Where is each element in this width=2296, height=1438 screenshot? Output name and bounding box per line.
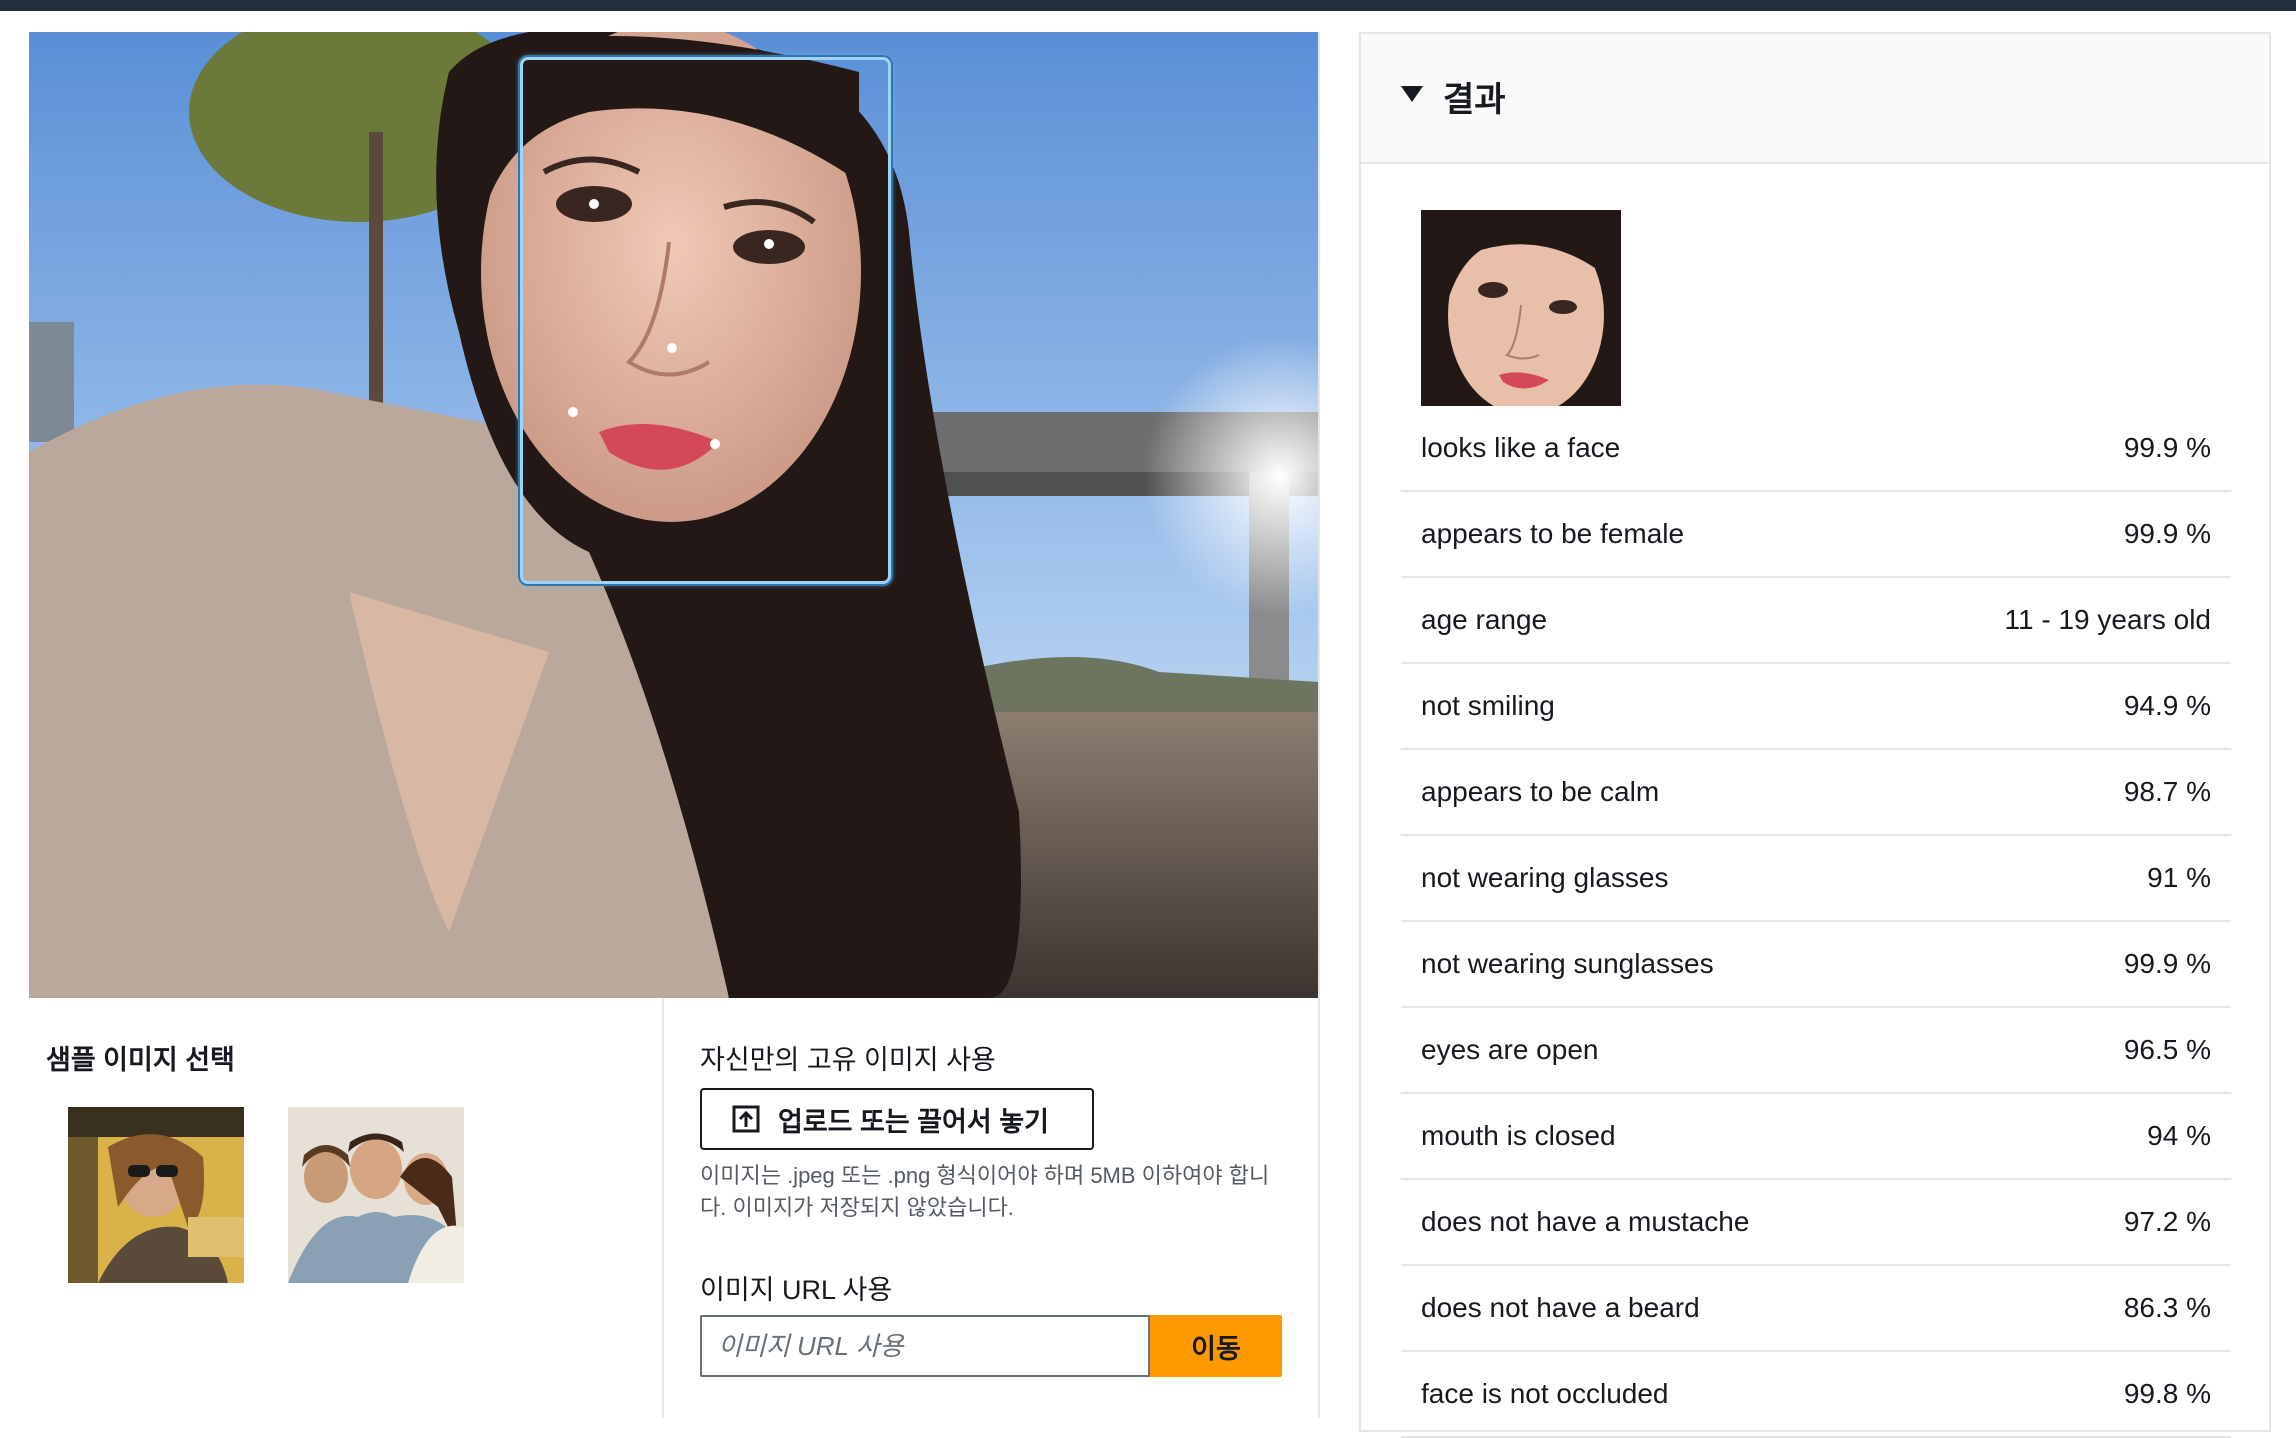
result-label: not wearing sunglasses bbox=[1421, 948, 1714, 979]
results-header[interactable]: 결과 bbox=[1361, 34, 2269, 164]
result-row: mouth is closed 94 % bbox=[1401, 1094, 2231, 1180]
result-value: 99.9 % bbox=[2123, 518, 2211, 549]
own-image-title: 자신만의 고유 이미지 사용 bbox=[700, 1045, 996, 1075]
result-label: looks like a face bbox=[1421, 432, 1621, 463]
result-row: age range 11 - 19 years old bbox=[1401, 578, 2231, 664]
result-row: face is not occluded 99.8 % bbox=[1401, 1352, 2231, 1438]
result-row: not wearing glasses 91 % bbox=[1401, 836, 2231, 922]
result-row: appears to be female 99.9 % bbox=[1401, 492, 2231, 578]
result-label: not smiling bbox=[1421, 690, 1555, 721]
landmark-nose bbox=[667, 343, 677, 353]
landmark-mouth-left bbox=[568, 407, 578, 417]
results-title: 결과 bbox=[1443, 81, 1506, 119]
result-value: 96.5 % bbox=[2123, 1034, 2211, 1065]
result-label: does not have a beard bbox=[1421, 1292, 1700, 1323]
column-divider bbox=[1318, 32, 1320, 1418]
analyzed-photo bbox=[29, 32, 1319, 998]
result-label: age range bbox=[1421, 604, 1548, 635]
result-value: 99.9 % bbox=[2123, 432, 2211, 463]
top-bar bbox=[0, 0, 2296, 11]
sample-image-2[interactable] bbox=[288, 1107, 464, 1283]
landmark-right-eye bbox=[764, 239, 774, 249]
result-label: appears to be calm bbox=[1421, 776, 1660, 807]
results-panel: 결과 looks like a face 99.9 % appears to be … bbox=[1359, 32, 2271, 1438]
image-url-input[interactable] bbox=[700, 1315, 1150, 1377]
result-value: 99.8 % bbox=[2123, 1378, 2211, 1409]
upload-button[interactable]: 업로드 또는 끌어서 놓기 bbox=[700, 1088, 1094, 1150]
sample-images-title: 샘플 이미지 선택 bbox=[46, 1045, 235, 1075]
result-value: 98.7 % bbox=[2123, 776, 2211, 807]
result-value: 99.9 % bbox=[2123, 948, 2211, 979]
results-list: looks like a face 99.9 % appears to be fem… bbox=[1401, 406, 2231, 1438]
result-value: 94.9 % bbox=[2123, 690, 2211, 721]
sample-image-1[interactable] bbox=[68, 1107, 244, 1283]
result-value: 11 - 19 years old bbox=[2004, 604, 2212, 635]
result-value: 94 % bbox=[2147, 1120, 2211, 1151]
result-label: mouth is closed bbox=[1421, 1120, 1616, 1151]
result-row: eyes are open 96.5 % bbox=[1401, 1008, 2231, 1094]
result-label: eyes are open bbox=[1421, 1034, 1599, 1065]
result-label: face is not occluded bbox=[1421, 1378, 1669, 1409]
result-value: 86.3 % bbox=[2123, 1292, 2211, 1323]
result-value: 97.2 % bbox=[2123, 1206, 2211, 1237]
result-row: not wearing sunglasses 99.9 % bbox=[1401, 922, 2231, 1008]
detected-face-thumbnail bbox=[1421, 210, 1621, 406]
section-divider bbox=[662, 998, 664, 1418]
url-title: 이미지 URL 사용 bbox=[700, 1275, 893, 1305]
upload-icon bbox=[732, 1105, 760, 1133]
caret-down-icon bbox=[1401, 86, 1423, 102]
result-row: appears to be calm 98.7 % bbox=[1401, 750, 2231, 836]
face-bounding-box bbox=[520, 57, 891, 584]
go-button[interactable]: 이동 bbox=[1150, 1315, 1282, 1377]
result-row: looks like a face 99.9 % bbox=[1401, 406, 2231, 492]
upload-help-text: 이미지는 .jpeg 또는 .png 형식이어야 하며 5MB 이하여야 합니다… bbox=[700, 1163, 1270, 1220]
result-row: not smiling 94.9 % bbox=[1401, 664, 2231, 750]
result-label: not wearing glasses bbox=[1421, 862, 1669, 893]
landmark-mouth-right bbox=[710, 439, 720, 449]
upload-button-label: 업로드 또는 끌어서 놓기 bbox=[778, 1106, 1049, 1137]
result-row: does not have a mustache 97.2 % bbox=[1401, 1180, 2231, 1266]
landmark-left-eye bbox=[589, 199, 599, 209]
result-value: 91 % bbox=[2147, 862, 2211, 893]
result-label: appears to be female bbox=[1421, 518, 1685, 549]
result-row: does not have a beard 86.3 % bbox=[1401, 1266, 2231, 1352]
result-label: does not have a mustache bbox=[1421, 1206, 1750, 1237]
